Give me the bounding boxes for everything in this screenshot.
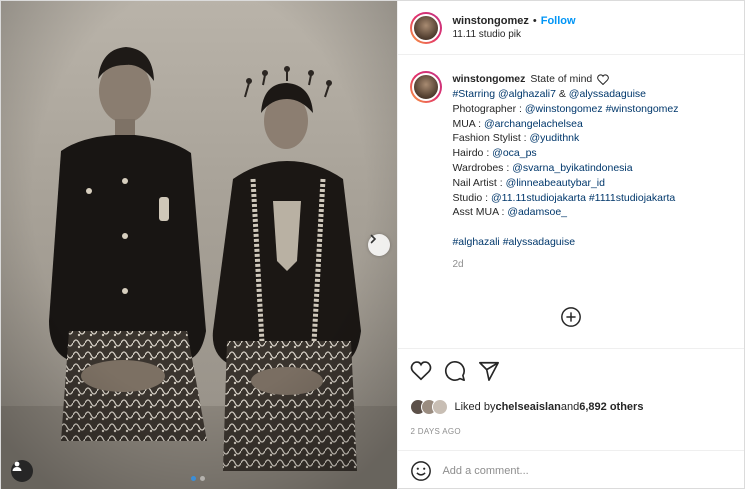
hashtag-link[interactable]: #1111studiojakarta xyxy=(589,192,675,204)
caption: winstongomez State of mind #Starring @al… xyxy=(410,71,732,273)
tagged-users-button[interactable] xyxy=(11,460,33,482)
hashtag-link[interactable]: #alyssadaguise xyxy=(503,236,575,248)
comment-input[interactable] xyxy=(442,464,732,477)
action-bar xyxy=(398,348,744,392)
caption-author-avatar[interactable] xyxy=(410,71,443,103)
comment-icon[interactable] xyxy=(444,360,466,382)
mention-link[interactable]: @winstongomez xyxy=(525,103,603,115)
caption-line: Wardrobes : @svarna_byikatindonesia xyxy=(452,161,678,176)
separator-dot: • xyxy=(532,15,537,27)
caption-line: #Starring @alghazali7 & @alyssadaguise xyxy=(452,87,678,102)
likes-prefix: Liked by xyxy=(454,401,496,413)
caption-line: #alghazali #alyssadaguise xyxy=(452,235,678,250)
caption-username[interactable]: winstongomez xyxy=(452,71,525,87)
carousel-indicator xyxy=(191,476,205,481)
caption-line: Asst MUA : @adamsoe_ xyxy=(452,205,678,220)
caption-text: Wardrobes : xyxy=(452,161,513,174)
caption-time: 2d xyxy=(452,258,464,270)
carousel-dot xyxy=(200,476,205,481)
caption-line: Nail Artist : @linneabeautybar_id xyxy=(452,176,678,191)
mention-link[interactable]: @svarna_byikatindonesia xyxy=(512,162,632,174)
emoji-icon[interactable] xyxy=(410,460,432,482)
mention-link[interactable]: @alyssadaguise xyxy=(569,88,646,100)
carousel-dot-active xyxy=(191,476,196,481)
caption-first-text: State of mind xyxy=(530,73,593,85)
chevron-right-icon xyxy=(370,234,377,244)
caption-text: Nail Artist : xyxy=(452,176,506,189)
caption-text: Hairdo : xyxy=(452,147,493,160)
instagram-post: winstongomez • Follow 11.11 studio pik w… xyxy=(0,0,745,489)
photo-illustration xyxy=(1,1,398,489)
caption-line: Studio : @11.11studiojakarta #1111studio… xyxy=(452,191,678,206)
caption-line: Photographer : @winstongomez #winstongom… xyxy=(452,102,678,117)
comments-section: winstongomez State of mind #Starring @al… xyxy=(398,55,744,348)
post-details-panel: winstongomez • Follow 11.11 studio pik w… xyxy=(397,1,744,489)
mention-link[interactable]: @archangelachelsea xyxy=(484,118,583,130)
post-header: winstongomez • Follow 11.11 studio pik xyxy=(398,1,744,55)
add-icon[interactable] xyxy=(560,306,582,328)
caption-text: Studio : xyxy=(452,191,491,204)
liker-avatars[interactable] xyxy=(410,399,449,415)
mention-link[interactable]: @11.11studiojakarta xyxy=(491,192,586,204)
likes-count[interactable]: 6,892 others xyxy=(579,401,643,413)
author-username[interactable]: winstongomez xyxy=(452,15,528,27)
add-comment-bar xyxy=(398,450,744,489)
caption-text: Fashion Stylist : xyxy=(452,132,530,145)
caption-lines: #Starring @alghazali7 & @alyssadaguise Ph… xyxy=(452,87,678,250)
caption-line: Hairdo : @oca_ps xyxy=(452,146,678,161)
caption-text: Asst MUA : xyxy=(452,206,508,219)
hashtag-link[interactable]: #Starring xyxy=(452,88,498,100)
caption-body: winstongomez State of mind #Starring @al… xyxy=(452,71,678,273)
post-timestamp[interactable]: 2 DAYS AGO xyxy=(398,422,744,440)
hashtag-link[interactable]: #winstongomez xyxy=(606,103,679,115)
heart-icon[interactable] xyxy=(410,360,432,382)
share-icon[interactable] xyxy=(478,360,500,382)
likes-middle: and xyxy=(560,401,580,413)
caption-text: Photographer : xyxy=(452,102,525,115)
author-avatar[interactable] xyxy=(410,11,443,44)
mention-link[interactable]: @oca_ps xyxy=(492,147,537,159)
likes-summary: Liked by chelseaislan and 6,892 others xyxy=(398,392,744,422)
mention-link[interactable]: @linneabeautybar_id xyxy=(506,177,605,189)
post-photo[interactable] xyxy=(1,1,398,489)
caption-text: & xyxy=(555,88,569,100)
next-photo-button[interactable] xyxy=(368,234,390,256)
caption-text: MUA : xyxy=(452,117,484,130)
hashtag-link[interactable]: #alghazali xyxy=(452,236,499,248)
heart-outline-icon xyxy=(597,73,610,85)
mention-link[interactable]: @yudithnk xyxy=(530,132,580,144)
post-location[interactable]: 11.11 studio pik xyxy=(452,29,575,40)
caption-line: Fashion Stylist : @yudithnk xyxy=(452,131,678,146)
follow-button[interactable]: Follow xyxy=(541,15,576,27)
caption-line: MUA : @archangelachelsea xyxy=(452,117,678,132)
mention-link[interactable]: @adamsoe_ xyxy=(507,206,567,218)
user-tag-icon xyxy=(12,461,22,471)
mention-link[interactable]: @alghazali7 xyxy=(498,88,556,100)
liker-username[interactable]: chelseaislan xyxy=(495,401,560,413)
